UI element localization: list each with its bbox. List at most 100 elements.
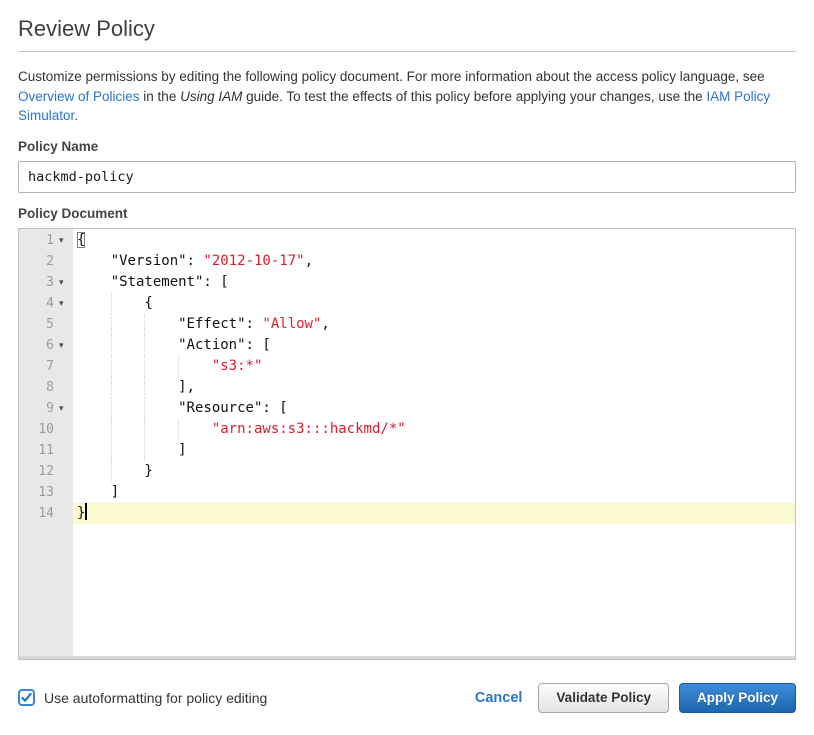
description-text: in the <box>140 89 181 104</box>
line-number: 12 <box>19 461 57 482</box>
indent-unit <box>77 293 111 314</box>
fold-arrow-icon[interactable]: ▾ <box>57 335 73 356</box>
gutter-line: 8 <box>19 377 73 398</box>
fold-arrow-icon[interactable]: ▾ <box>57 293 73 314</box>
gutter-line: 14 <box>19 503 73 524</box>
line-number: 3 <box>19 272 57 293</box>
fold-arrow-icon[interactable]: ▾ <box>57 230 73 251</box>
indent-unit <box>77 440 111 461</box>
json-plain-token: } <box>144 463 152 479</box>
gutter-line: 7 <box>19 356 73 377</box>
json-plain-token: } <box>77 505 85 521</box>
line-number: 10 <box>19 419 57 440</box>
json-plain-token: "Statement": [ <box>111 274 229 290</box>
json-plain-token: , <box>305 253 313 269</box>
fold-arrow-icon[interactable]: ▾ <box>57 398 73 419</box>
indent-guide <box>144 419 178 440</box>
json-plain-token: , <box>321 316 329 332</box>
code-line-1[interactable]: { <box>73 230 795 251</box>
italic-text: Using IAM <box>180 89 242 104</box>
indent-guide <box>144 356 178 377</box>
description-text: Customize permissions by editing the fol… <box>18 69 765 84</box>
json-plain-token: ] <box>178 442 186 458</box>
indent-guide <box>178 356 212 377</box>
indent-guide <box>178 419 212 440</box>
code-line-2[interactable]: "Version": "2012-10-17", <box>73 251 795 272</box>
policy-name-input[interactable] <box>18 161 796 193</box>
editor-code-area[interactable]: {"Version": "2012-10-17","Statement": [{… <box>73 229 795 659</box>
json-plain-token: "Action": [ <box>178 337 271 353</box>
gutter-line: 10 <box>19 419 73 440</box>
code-line-14[interactable]: } <box>73 503 795 524</box>
code-line-4[interactable]: { <box>73 293 795 314</box>
autoformat-checkbox[interactable] <box>18 689 35 706</box>
cancel-link[interactable]: Cancel <box>475 690 523 706</box>
indent-guide <box>111 398 145 419</box>
indent-unit <box>77 272 111 293</box>
apply-policy-button[interactable]: Apply Policy <box>679 683 796 713</box>
gutter-line: 13 <box>19 482 73 503</box>
indent-unit <box>77 314 111 335</box>
line-number: 1 <box>19 230 57 251</box>
indent-guide <box>111 335 145 356</box>
gutter-line: 5 <box>19 314 73 335</box>
code-line-12[interactable]: } <box>73 461 795 482</box>
gutter-line: 2 <box>19 251 73 272</box>
indent-unit <box>77 377 111 398</box>
code-line-8[interactable]: ], <box>73 377 795 398</box>
code-line-6[interactable]: "Action": [ <box>73 335 795 356</box>
line-number: 7 <box>19 356 57 377</box>
json-plain-token: ] <box>111 484 119 500</box>
indent-guide <box>111 377 145 398</box>
line-number: 13 <box>19 482 57 503</box>
code-line-13[interactable]: ] <box>73 482 795 503</box>
json-plain-token: "Version": <box>111 253 204 269</box>
autoformat-option[interactable]: Use autoformatting for policy editing <box>18 689 267 706</box>
indent-guide <box>111 440 145 461</box>
editor-horizontal-scrollbar[interactable] <box>19 656 795 659</box>
indent-unit <box>77 356 111 377</box>
indent-guide <box>144 335 178 356</box>
code-line-9[interactable]: "Resource": [ <box>73 398 795 419</box>
gutter-line: 9▾ <box>19 398 73 419</box>
indent-unit <box>77 251 111 272</box>
gutter-line: 12 <box>19 461 73 482</box>
footer-bar: Use autoformatting for policy editing Ca… <box>18 683 796 713</box>
policy-document-editor[interactable]: 1▾23▾4▾56▾789▾1011121314 {"Version": "20… <box>18 228 796 660</box>
gutter-line: 11 <box>19 440 73 461</box>
json-string-value: "arn:aws:s3:::hackmd/*" <box>212 421 406 437</box>
indent-guide <box>144 398 178 419</box>
code-line-11[interactable]: ] <box>73 440 795 461</box>
line-number: 6 <box>19 335 57 356</box>
description-text: guide. To test the effects of this polic… <box>242 89 706 104</box>
code-line-5[interactable]: "Effect": "Allow", <box>73 314 795 335</box>
gutter-line: 1▾ <box>19 230 73 251</box>
indent-guide <box>111 314 145 335</box>
json-plain-token: "Resource": [ <box>178 400 288 416</box>
code-line-7[interactable]: "s3:*" <box>73 356 795 377</box>
json-plain-token: "Effect": <box>178 316 262 332</box>
overview-of-policies-link[interactable]: Overview of Policies <box>18 89 140 104</box>
indent-guide <box>144 377 178 398</box>
policy-document-label: Policy Document <box>18 206 796 221</box>
indent-guide <box>111 293 145 314</box>
line-number: 8 <box>19 377 57 398</box>
validate-policy-button[interactable]: Validate Policy <box>538 683 669 713</box>
json-plain-token: { <box>144 295 152 311</box>
line-number: 5 <box>19 314 57 335</box>
code-line-3[interactable]: "Statement": [ <box>73 272 795 293</box>
indent-guide <box>111 419 145 440</box>
editor-gutter: 1▾23▾4▾56▾789▾1011121314 <box>19 229 73 659</box>
indent-unit <box>77 335 111 356</box>
gutter-line: 3▾ <box>19 272 73 293</box>
indent-guide <box>144 440 178 461</box>
line-number: 2 <box>19 251 57 272</box>
code-line-10[interactable]: "arn:aws:s3:::hackmd/*" <box>73 419 795 440</box>
fold-arrow-icon[interactable]: ▾ <box>57 272 73 293</box>
policy-description: Customize permissions by editing the fol… <box>18 67 796 126</box>
indent-guide <box>111 356 145 377</box>
line-number: 14 <box>19 503 57 524</box>
line-number: 9 <box>19 398 57 419</box>
gutter-line: 6▾ <box>19 335 73 356</box>
check-icon <box>21 692 32 703</box>
